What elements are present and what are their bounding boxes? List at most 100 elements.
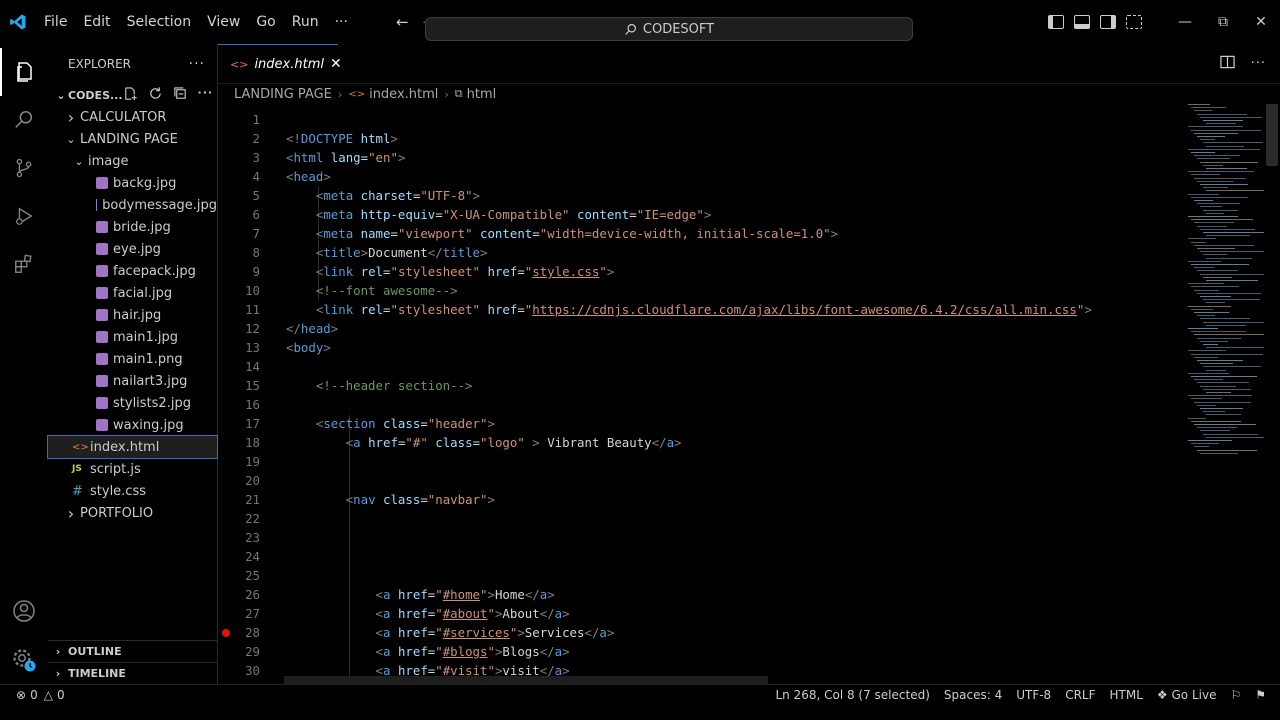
code-line[interactable]: 27 <a href="#about">About</a> — [218, 604, 1178, 623]
breadcrumb-folder[interactable]: LANDING PAGE — [234, 87, 332, 102]
restore-button[interactable]: ⧉ — [1204, 14, 1242, 30]
refresh-icon[interactable] — [148, 86, 163, 104]
code-line[interactable]: 24 — [218, 547, 1178, 566]
tree-item[interactable]: hair.jpg — [48, 304, 217, 326]
menu-item-5[interactable]: Run — [284, 0, 327, 44]
code-line[interactable]: 20 — [218, 471, 1178, 490]
tree-item[interactable]: eye.jpg — [48, 238, 217, 260]
toggle-panel-icon[interactable] — [1074, 15, 1090, 29]
tree-item[interactable]: nailart3.jpg — [48, 370, 217, 392]
settings-gear-icon[interactable] — [0, 638, 48, 682]
tree-item[interactable]: main1.jpg — [48, 326, 217, 348]
code-line[interactable]: 12 </head> — [218, 319, 1178, 338]
code-line[interactable]: 17 <section class="header"> — [218, 414, 1178, 433]
menu-item-1[interactable]: Edit — [75, 0, 118, 44]
run-debug-icon[interactable] — [0, 192, 48, 240]
indentation[interactable]: Spaces: 4 — [944, 688, 1002, 702]
toggle-secondary-sidebar-icon[interactable] — [1100, 15, 1116, 29]
code-line[interactable]: 4 <head> — [218, 167, 1178, 186]
code-line[interactable]: 14 — [218, 357, 1178, 376]
horizontal-scrollbar[interactable] — [284, 676, 768, 684]
code-line[interactable]: 5 <meta charset="UTF-8"> — [218, 186, 1178, 205]
tree-item[interactable]: bride.jpg — [48, 216, 217, 238]
code-line[interactable]: 29 <a href="#blogs">Blogs</a> — [218, 642, 1178, 661]
menu-item-0[interactable]: File — [36, 0, 75, 44]
code-line[interactable]: 28 <a href="#services">Services</a> — [218, 623, 1178, 642]
menu-item-6[interactable]: ··· — [327, 0, 356, 44]
code-line[interactable]: 22 — [218, 509, 1178, 528]
toggle-primary-sidebar-icon[interactable] — [1048, 15, 1064, 29]
code-line[interactable]: 9 <link rel="stylesheet" href="style.css… — [218, 262, 1178, 281]
code-line[interactable]: 13 <body> — [218, 338, 1178, 357]
new-file-icon[interactable] — [123, 86, 138, 104]
code-line[interactable]: 7 <meta name="viewport" content="width=d… — [218, 224, 1178, 243]
code-line[interactable]: 8 <title>Document</title> — [218, 243, 1178, 262]
tree-item[interactable]: › CALCULATOR — [48, 106, 217, 128]
tree-item[interactable]: ⌄ image — [48, 150, 217, 172]
tree-item[interactable]: facial.jpg — [48, 282, 217, 304]
code-line[interactable]: 19 — [218, 452, 1178, 471]
timeline-section[interactable]: › TIMELINE — [48, 662, 218, 684]
code-line[interactable]: 2 <!DOCTYPE html> — [218, 129, 1178, 148]
menu-item-3[interactable]: View — [199, 0, 248, 44]
code-line[interactable]: 6 <meta http-equiv="X-UA-Compatible" con… — [218, 205, 1178, 224]
tree-item[interactable]: backg.jpg — [48, 172, 217, 194]
code-line[interactable]: 26 <a href="#home">Home</a> — [218, 585, 1178, 604]
explorer-more-icon[interactable]: ··· — [189, 56, 205, 72]
tree-item[interactable]: # style.css — [48, 480, 217, 502]
source-control-icon[interactable] — [0, 144, 48, 192]
code-line[interactable]: 21 <nav class="navbar"> — [218, 490, 1178, 509]
encoding[interactable]: UTF-8 — [1016, 688, 1051, 702]
tab-index-html[interactable]: <> index.html ✕ — [218, 44, 342, 83]
extensions-icon[interactable] — [0, 240, 48, 288]
search-icon[interactable] — [0, 96, 48, 144]
code-line[interactable]: 1 — [218, 110, 1178, 129]
breadcrumb-symbol[interactable]: html — [467, 87, 497, 102]
minimap[interactable] — [1188, 104, 1266, 464]
code-line[interactable]: 25 — [218, 566, 1178, 585]
breakpoint-icon[interactable] — [222, 629, 230, 637]
close-tab-icon[interactable]: ✕ — [330, 56, 342, 72]
code-line[interactable]: 3 <html lang="en"> — [218, 148, 1178, 167]
explorer-icon[interactable] — [0, 48, 48, 96]
close-window-button[interactable]: ✕ — [1242, 14, 1280, 30]
code-line[interactable]: 11 <link rel="stylesheet" href="https://… — [218, 300, 1178, 319]
code-line[interactable]: 15 <!--header section--> — [218, 376, 1178, 395]
go-live-button[interactable]: ❖ Go Live — [1157, 688, 1217, 702]
cursor-position[interactable]: Ln 268, Col 8 (7 selected) — [775, 688, 929, 702]
menu-item-4[interactable]: Go — [248, 0, 283, 44]
collapse-all-icon[interactable] — [173, 86, 188, 104]
tree-item[interactable]: › PORTFOLIO — [48, 502, 217, 524]
code-line[interactable]: 18 <a href="#" class="logo" > Vibrant Be… — [218, 433, 1178, 452]
accounts-icon[interactable] — [0, 589, 48, 633]
line-ending[interactable]: CRLF — [1065, 688, 1095, 702]
tree-item[interactable]: ⌄ LANDING PAGE — [48, 128, 217, 150]
split-editor-icon[interactable] — [1219, 55, 1235, 73]
tree-item[interactable]: <> index.html — [47, 435, 218, 459]
code-line[interactable]: 10 <!--font awesome--> — [218, 281, 1178, 300]
command-center-search[interactable]: CODESOFT — [425, 17, 913, 41]
menu-item-2[interactable]: Selection — [119, 0, 200, 44]
tree-item[interactable]: stylists2.jpg — [48, 392, 217, 414]
tree-item[interactable]: bodymessage.jpg — [48, 194, 217, 216]
tree-item[interactable]: facepack.jpg — [48, 260, 217, 282]
back-arrow-icon[interactable]: ← — [396, 13, 409, 31]
tree-item[interactable]: waxing.jpg — [48, 414, 217, 436]
feedback-icon[interactable]: ⚐ — [1230, 688, 1241, 702]
notifications-bell-icon[interactable]: ⚑ — [1255, 688, 1266, 702]
outline-section[interactable]: › OUTLINE — [48, 640, 218, 662]
tree-item[interactable]: JS script.js — [48, 458, 217, 480]
breadcrumb-file[interactable]: index.html — [369, 87, 438, 102]
customize-layout-icon[interactable] — [1126, 15, 1142, 29]
language-mode[interactable]: HTML — [1110, 688, 1143, 702]
vertical-scrollbar[interactable] — [1266, 104, 1278, 166]
workspace-row[interactable]: ⌄ CODES... ··· — [48, 84, 217, 106]
code-line[interactable]: 16 — [218, 395, 1178, 414]
more-actions-icon[interactable]: ··· — [198, 86, 214, 104]
editor-more-icon[interactable]: ··· — [1251, 56, 1266, 71]
code-line[interactable]: 23 — [218, 528, 1178, 547]
tree-item[interactable]: main1.png — [48, 348, 217, 370]
minimize-button[interactable]: — — [1166, 14, 1204, 30]
code-editor[interactable]: 1 2 <!DOCTYPE html> 3 <html lang="en"> 4 <head… — [218, 110, 1178, 700]
problems-indicator[interactable]: ⊗ 0 △ 0 — [0, 688, 65, 702]
